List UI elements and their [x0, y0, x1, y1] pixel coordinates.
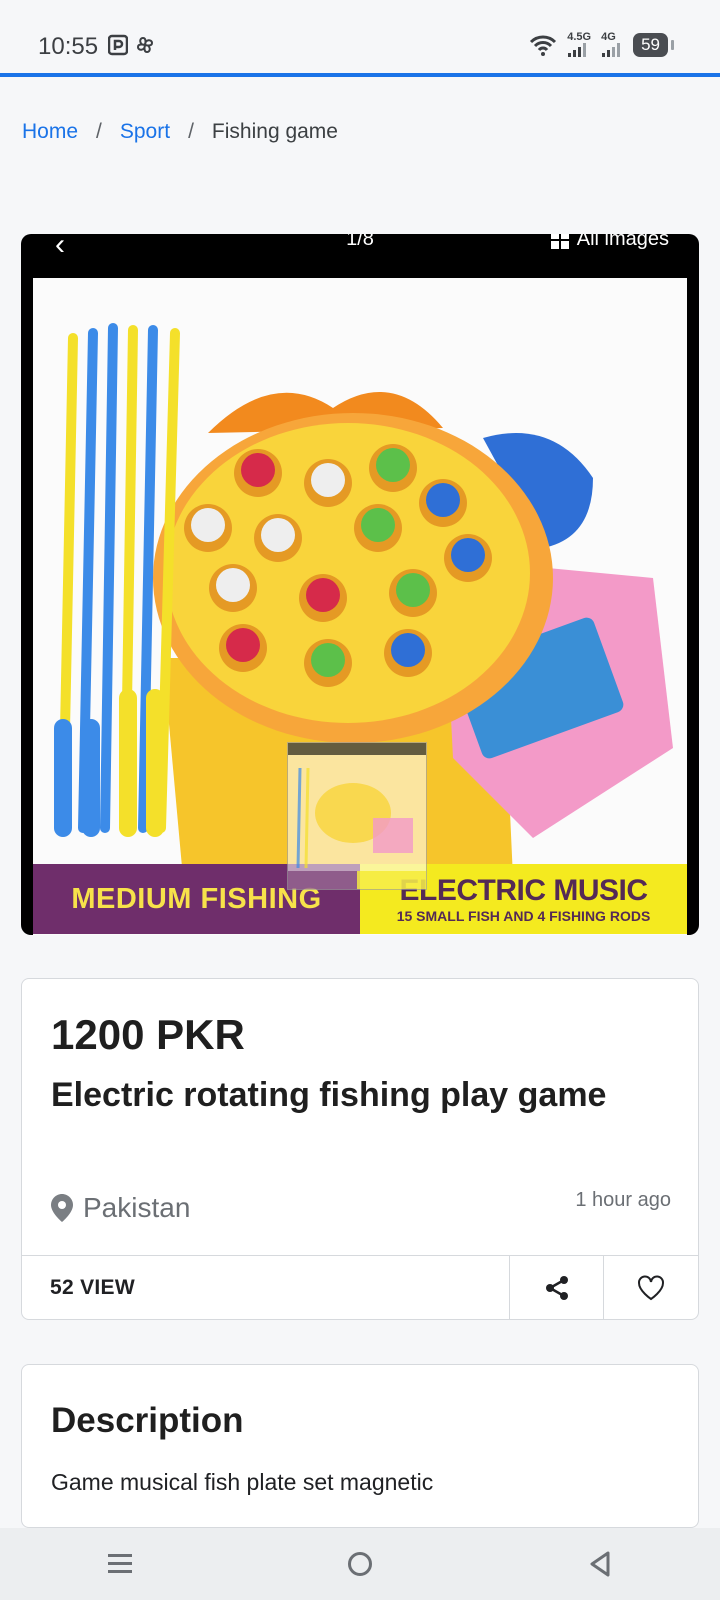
breadcrumb: Home / Sport / Fishing game	[22, 120, 338, 144]
share-icon	[545, 1276, 568, 1300]
breadcrumb-separator: /	[96, 120, 102, 143]
menu-icon	[108, 1554, 132, 1573]
nav-back-button[interactable]	[480, 1528, 720, 1600]
pinwheel-icon	[136, 36, 154, 54]
all-images-button[interactable]: All images	[550, 234, 669, 251]
heart-icon	[638, 1275, 664, 1301]
status-system-icons: 4.5G 4G 59	[529, 32, 674, 57]
gallery-topbar: ‹ 1/8 All images	[33, 234, 687, 278]
listing-title: Electric rotating fishing play game	[51, 1076, 607, 1114]
nav-menu-button[interactable]	[0, 1528, 240, 1600]
posted-time: 1 hour ago	[575, 1189, 671, 1211]
description-card: Description Game musical fish plate set …	[21, 1364, 699, 1528]
description-text: Game musical fish plate set magnetic	[51, 1469, 434, 1495]
breadcrumb-category-link[interactable]: Sport	[120, 120, 170, 144]
all-images-label: All images	[576, 234, 669, 250]
grid-icon	[550, 234, 569, 249]
listing-actions-row: 52 VIEW	[22, 1255, 698, 1320]
location-pin-icon	[51, 1194, 73, 1222]
battery-indicator: 59	[633, 32, 674, 57]
status-time: 10:55	[38, 33, 99, 60]
listing-location: Pakistan	[51, 1192, 190, 1224]
page-load-progress	[0, 73, 720, 77]
network-type-1: 4.5G	[567, 31, 592, 43]
signal-bars-1-icon	[568, 43, 587, 57]
home-circle-icon	[348, 1552, 372, 1576]
breadcrumb-current: Fishing game	[211, 120, 338, 143]
signal-1: 4.5G	[567, 32, 591, 57]
banner-right-main: ELECTRIC MUSIC	[399, 874, 649, 907]
location-label: Pakistan	[83, 1192, 191, 1223]
breadcrumb-home-link[interactable]: Home	[22, 120, 78, 144]
wifi-icon	[530, 35, 557, 56]
banner-right-sub: 15 SMALL FISH AND 4 FISHING RODS	[396, 908, 651, 924]
share-button[interactable]	[509, 1256, 603, 1320]
thumbnail-image-icon	[288, 743, 426, 889]
system-nav-bar	[0, 1528, 720, 1600]
description-heading: Description	[51, 1401, 244, 1440]
nav-home-button[interactable]	[240, 1528, 480, 1600]
listing-info-card: 1200 PKR Electric rotating fishing play …	[21, 978, 699, 1320]
status-notification-icons	[108, 34, 156, 56]
network-type-2: 4G	[601, 31, 616, 43]
back-triangle-icon	[590, 1551, 610, 1577]
status-bar: 10:55 4.5G 4G 59	[0, 0, 720, 74]
floating-thumbnail[interactable]	[287, 742, 427, 890]
listing-price: 1200 PKR	[51, 1011, 245, 1058]
parking-app-icon	[108, 34, 128, 56]
signal-2: 4G	[601, 32, 623, 57]
view-count: 52 VIEW	[50, 1276, 135, 1299]
favorite-button[interactable]	[603, 1256, 698, 1320]
breadcrumb-separator: /	[188, 120, 194, 143]
signal-bars-2-icon	[602, 43, 621, 57]
